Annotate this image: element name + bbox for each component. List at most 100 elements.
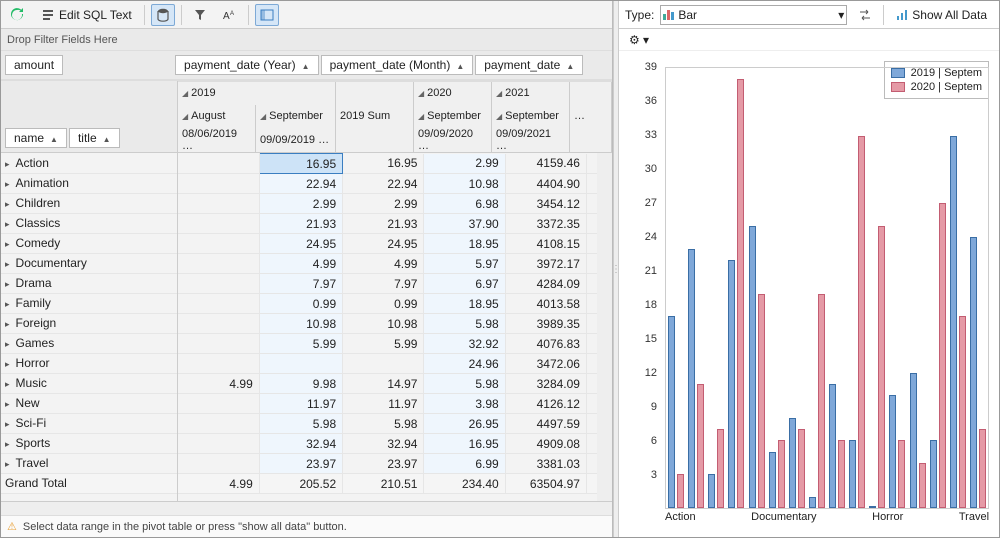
filter-icon[interactable]	[188, 4, 212, 26]
bar	[919, 463, 926, 508]
row-field-title[interactable]: title	[69, 128, 120, 148]
bar	[708, 474, 715, 508]
bar	[778, 440, 785, 508]
col-field-month[interactable]: payment_date (Month)	[321, 55, 474, 75]
table-row[interactable]: Horror	[1, 353, 177, 373]
bar	[749, 226, 756, 508]
bar	[979, 429, 986, 508]
warning-icon: ⚠	[7, 520, 17, 533]
bar	[677, 474, 684, 508]
x-tick	[858, 511, 872, 531]
bar	[737, 79, 744, 508]
x-tick: Action	[665, 511, 696, 531]
table-row[interactable]: 24.9524.9518.954108.15	[178, 234, 612, 254]
x-tick	[817, 511, 831, 531]
bar	[829, 384, 836, 508]
table-row[interactable]: Sci-Fi	[1, 413, 177, 433]
bar-group	[686, 68, 706, 508]
edit-sql-button[interactable]: Edit SQL Text	[35, 4, 138, 26]
bar	[959, 316, 966, 508]
chart-type-select[interactable]: Bar ▾	[660, 5, 847, 25]
refresh-button[interactable]	[5, 4, 29, 26]
chart-settings-button[interactable]: ⚙ ▾	[627, 29, 651, 51]
table-row[interactable]: 2.992.996.983454.12	[178, 194, 612, 214]
bar	[769, 452, 776, 508]
bar	[869, 506, 876, 508]
table-row[interactable]: 5.985.9826.954497.59	[178, 414, 612, 434]
table-row[interactable]: Comedy	[1, 233, 177, 253]
chart-toolbar: Type: Bar ▾ Show All Data	[619, 1, 999, 29]
bar-group	[928, 68, 948, 508]
bar-group	[666, 68, 686, 508]
bar-group	[948, 68, 968, 508]
bar	[950, 136, 957, 508]
table-row[interactable]: 0.990.9918.954013.58	[178, 294, 612, 314]
x-tick	[903, 511, 917, 531]
chart-plot	[665, 67, 989, 509]
svg-text:A: A	[223, 11, 230, 21]
bar-group	[847, 68, 867, 508]
table-row[interactable]: 4.994.995.973972.17	[178, 254, 612, 274]
table-row[interactable]: 5.995.9932.924076.83	[178, 334, 612, 354]
datasource-button[interactable]	[151, 4, 175, 26]
x-tick	[931, 511, 945, 531]
bar	[717, 429, 724, 508]
table-row[interactable]: Games	[1, 333, 177, 353]
pivot-toolbar: Edit SQL Text AA	[1, 1, 612, 29]
table-row[interactable]: Drama	[1, 273, 177, 293]
bar	[910, 373, 917, 508]
bar	[930, 440, 937, 508]
bar	[898, 440, 905, 508]
bar	[939, 203, 946, 508]
filter-drop-zone[interactable]: Drop Filter Fields Here	[1, 29, 612, 51]
bar	[809, 497, 816, 508]
x-tick	[917, 511, 931, 531]
layout-toggle-button[interactable]	[255, 4, 279, 26]
show-all-data-button[interactable]: Show All Data	[890, 4, 993, 26]
data-field-amount[interactable]: amount	[5, 55, 63, 75]
table-row[interactable]: 22.9422.9410.984404.90	[178, 174, 612, 194]
col-field-year[interactable]: payment_date (Year)	[175, 55, 319, 75]
table-row[interactable]: 4.999.9814.975.983284.09	[178, 374, 612, 394]
bar	[970, 237, 977, 508]
table-row[interactable]: New	[1, 393, 177, 413]
bar-group	[887, 68, 907, 508]
pivot-grid: name title ActionAnimationChildrenClassi…	[1, 80, 612, 501]
table-row[interactable]: Documentary	[1, 253, 177, 273]
font-size-button[interactable]: AA	[218, 4, 242, 26]
table-row[interactable]: Sports	[1, 433, 177, 453]
table-row[interactable]: 10.9810.985.983989.35	[178, 314, 612, 334]
col-field-date[interactable]: payment_date	[475, 55, 583, 75]
bar-group	[827, 68, 847, 508]
x-tick	[945, 511, 959, 531]
table-row[interactable]: Music	[1, 373, 177, 393]
table-row[interactable]: 21.9321.9337.903372.35	[178, 214, 612, 234]
x-tick	[830, 511, 844, 531]
x-tick	[844, 511, 858, 531]
table-row[interactable]: Children	[1, 193, 177, 213]
bar	[878, 226, 885, 508]
table-row[interactable]: 16.9516.952.994159.46	[178, 154, 612, 174]
vertical-scrollbar[interactable]	[597, 153, 612, 501]
table-row[interactable]: Action	[1, 153, 177, 173]
x-tick: Horror	[872, 511, 903, 531]
table-row[interactable]: 24.963472.06	[178, 354, 612, 374]
svg-text:A: A	[230, 11, 234, 17]
table-row[interactable]: 23.9723.976.993381.03	[178, 454, 612, 474]
x-tick	[696, 511, 710, 531]
bar	[789, 418, 796, 508]
table-row[interactable]: 7.977.976.974284.09	[178, 274, 612, 294]
table-row[interactable]: 11.9711.973.984126.12	[178, 394, 612, 414]
bar-group	[867, 68, 887, 508]
swap-axes-button[interactable]	[853, 4, 877, 26]
table-row[interactable]: 32.9432.9416.954909.08	[178, 434, 612, 454]
bar-group	[807, 68, 827, 508]
table-row[interactable]: Classics	[1, 213, 177, 233]
table-row[interactable]: Animation	[1, 173, 177, 193]
horizontal-scrollbar[interactable]	[1, 501, 612, 515]
bar-group	[767, 68, 787, 508]
row-field-name[interactable]: name	[5, 128, 67, 148]
table-row[interactable]: Family	[1, 293, 177, 313]
table-row[interactable]: Travel	[1, 453, 177, 473]
table-row[interactable]: Foreign	[1, 313, 177, 333]
